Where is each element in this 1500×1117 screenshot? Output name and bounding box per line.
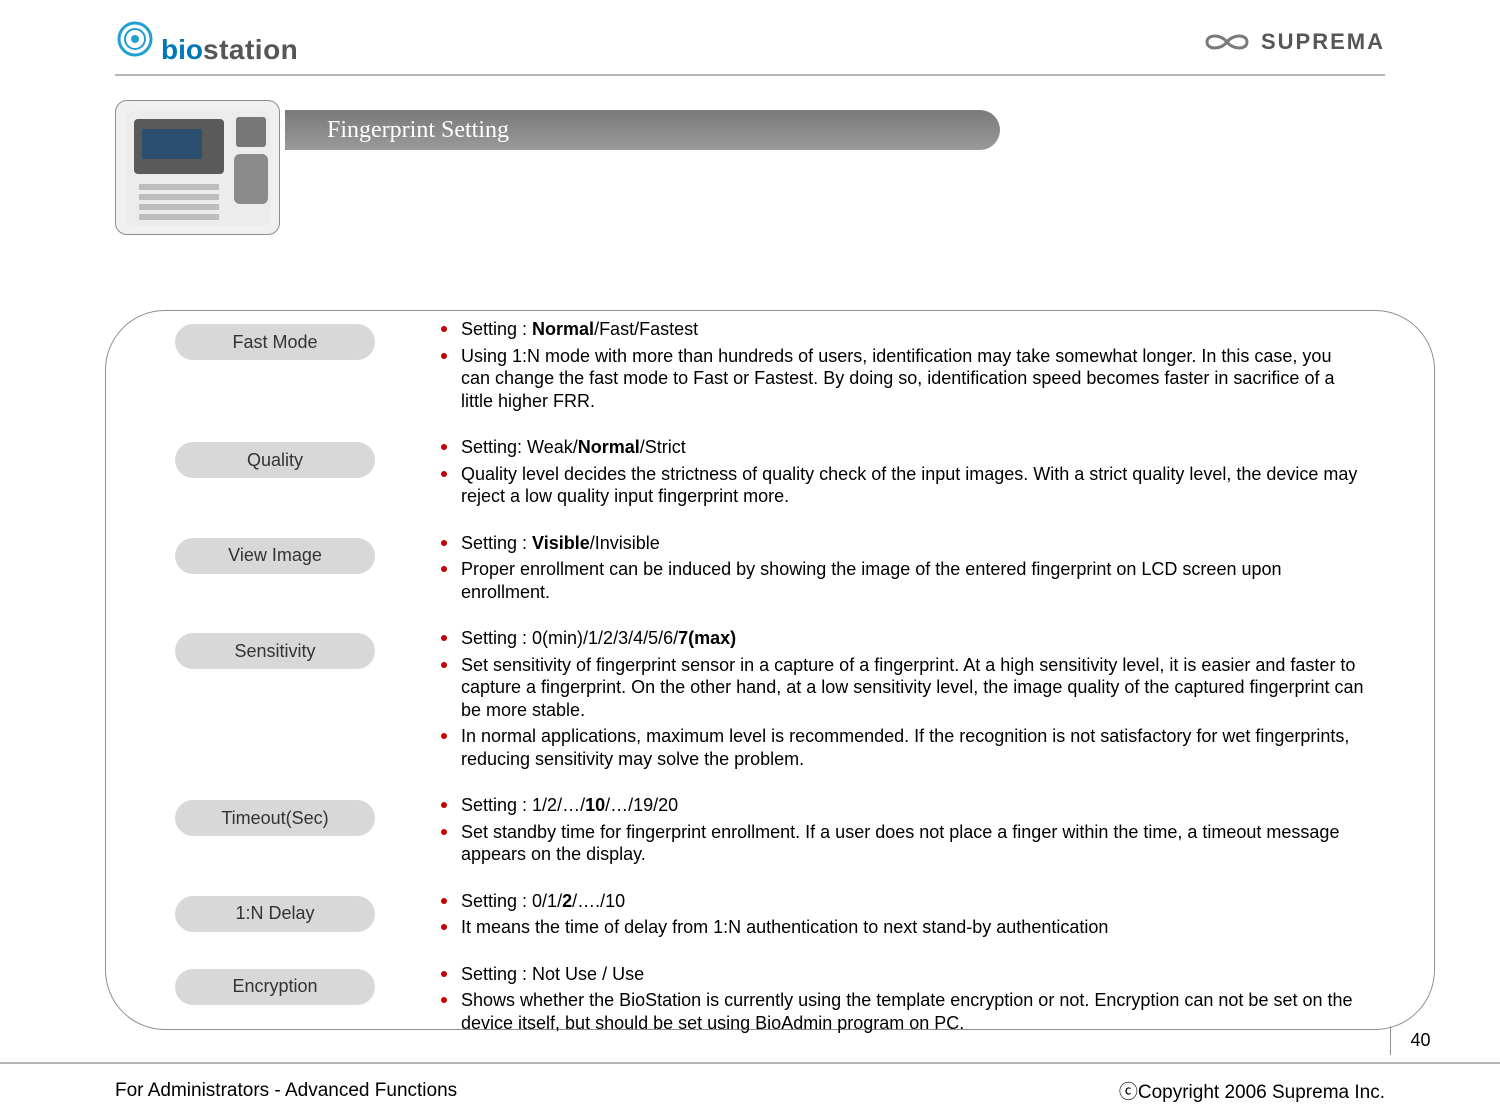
header-divider: [115, 74, 1385, 76]
section-desc: Setting : 0(min)/1/2/3/4/5/6/7(max) Set s…: [423, 627, 1385, 774]
logo-station: station: [203, 34, 298, 65]
section-row: Encryption Setting : Not Use / Use Shows w…: [175, 963, 1385, 1039]
list-item: Setting: Weak/Normal/Strict: [441, 436, 1365, 459]
page: biostation SUPREMA Fingerprint: [0, 0, 1500, 1117]
section-desc: Setting : Not Use / Use Shows whether the…: [423, 963, 1385, 1039]
biostation-logo: biostation: [115, 19, 298, 66]
section-row: Sensitivity Setting : 0(min)/1/2/3/4/5/6/…: [175, 627, 1385, 774]
section-pill: Encryption: [175, 969, 375, 1005]
section-pill: Fast Mode: [175, 324, 375, 360]
section-pill: Timeout(Sec): [175, 800, 375, 836]
list-item: Setting : Visible/Invisible: [441, 532, 1365, 555]
list-item: Set standby time for fingerprint enrollm…: [441, 821, 1365, 866]
list-item: Proper enrollment can be induced by show…: [441, 558, 1365, 603]
list-item: Set sensitivity of fingerprint sensor in…: [441, 654, 1365, 722]
list-item: Shows whether the BioStation is currentl…: [441, 989, 1365, 1034]
section-pill: Sensitivity: [175, 633, 375, 669]
sections-container: Fast Mode Setting : Normal/Fast/Fastest Us…: [175, 318, 1385, 1058]
header: biostation SUPREMA: [115, 0, 1385, 70]
suprema-infinity-icon: [1203, 29, 1251, 55]
list-item: Setting : Normal/Fast/Fastest: [441, 318, 1365, 341]
biostation-swirl-icon: [115, 19, 155, 59]
section-pill: Quality: [175, 442, 375, 478]
device-thumbnail: [115, 100, 280, 235]
section-row: 1:N Delay Setting : 0/1/2/…./10 It means…: [175, 890, 1385, 943]
list-item: Setting : 1/2/…/10/…/19/20: [441, 794, 1365, 817]
section-pill: View Image: [175, 538, 375, 574]
suprema-logo: SUPREMA: [1203, 29, 1385, 55]
list-item: In normal applications, maximum level is…: [441, 725, 1365, 770]
list-item: Quality level decides the strictness of …: [441, 463, 1365, 508]
page-title: Fingerprint Setting: [327, 117, 509, 144]
section-row: Fast Mode Setting : Normal/Fast/Fastest Us…: [175, 318, 1385, 416]
section-pill: 1:N Delay: [175, 896, 375, 932]
list-item: Using 1:N mode with more than hundreds o…: [441, 345, 1365, 413]
page-number: 40: [1390, 1026, 1440, 1055]
logo-bio: bio: [161, 34, 203, 65]
footer: For Administrators - Advanced Functions …: [0, 1062, 1500, 1117]
footer-right: ⓒCopyright 2006 Suprema Inc.: [1119, 1077, 1385, 1104]
section-row: View Image Setting : Visible/Invisible Pro…: [175, 532, 1385, 608]
list-item: Setting : Not Use / Use: [441, 963, 1365, 986]
list-item: Setting : 0/1/2/…./10: [441, 890, 1365, 913]
section-row: Timeout(Sec)Setting : 1/2/…/10/…/19/20Se…: [175, 794, 1385, 870]
section-row: Quality Setting: Weak/Normal/Strict Qualit…: [175, 436, 1385, 512]
title-bar: Fingerprint Setting: [285, 110, 1000, 150]
section-desc: Setting : Visible/Invisible Proper enroll…: [423, 532, 1385, 608]
section-desc: Setting : Normal/Fast/Fastest Using 1:N m…: [423, 318, 1385, 416]
list-item: Setting : 0(min)/1/2/3/4/5/6/7(max): [441, 627, 1365, 650]
section-desc: Setting : 0/1/2/…./10 It means the time …: [423, 890, 1385, 943]
footer-left: For Administrators - Advanced Functions: [115, 1080, 457, 1102]
list-item: It means the time of delay from 1:N auth…: [441, 916, 1365, 939]
section-desc: Setting : 1/2/…/10/…/19/20 Set standby ti…: [423, 794, 1385, 870]
section-desc: Setting: Weak/Normal/Strict Quality level…: [423, 436, 1385, 512]
suprema-name: SUPREMA: [1261, 29, 1385, 55]
device-icon: [124, 109, 273, 228]
